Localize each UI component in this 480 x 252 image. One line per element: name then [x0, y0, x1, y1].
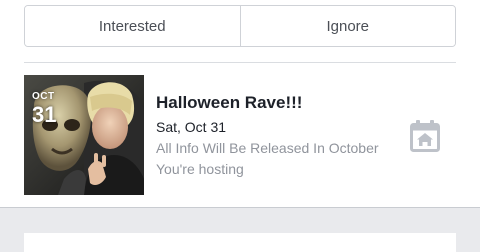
divider	[24, 62, 456, 63]
event-date-month: OCT	[32, 91, 55, 102]
ignore-button[interactable]: Ignore	[239, 6, 455, 46]
event-list-item[interactable]: OCT 31 Halloween Rave!!! Sat, Oct 31 All…	[24, 75, 456, 195]
next-card	[24, 233, 456, 252]
calendar-house-icon[interactable]	[410, 120, 440, 152]
event-card: Interested Ignore OCT 31 Halloween Rave!…	[0, 0, 480, 208]
event-cover-photo[interactable]: OCT 31	[24, 75, 144, 195]
event-host-status: You're hosting	[156, 161, 244, 177]
event-date: Sat, Oct 31	[156, 119, 227, 135]
event-date-badge: OCT 31	[32, 92, 56, 126]
interested-button[interactable]: Interested	[25, 6, 240, 46]
event-info: Halloween Rave!!! Sat, Oct 31 All Info W…	[156, 93, 396, 182]
event-title[interactable]: Halloween Rave!!!	[156, 93, 396, 113]
event-response-buttons: Interested Ignore	[24, 5, 456, 47]
event-date-day: 31	[32, 102, 57, 127]
event-description: All Info Will Be Released In October	[156, 140, 379, 156]
